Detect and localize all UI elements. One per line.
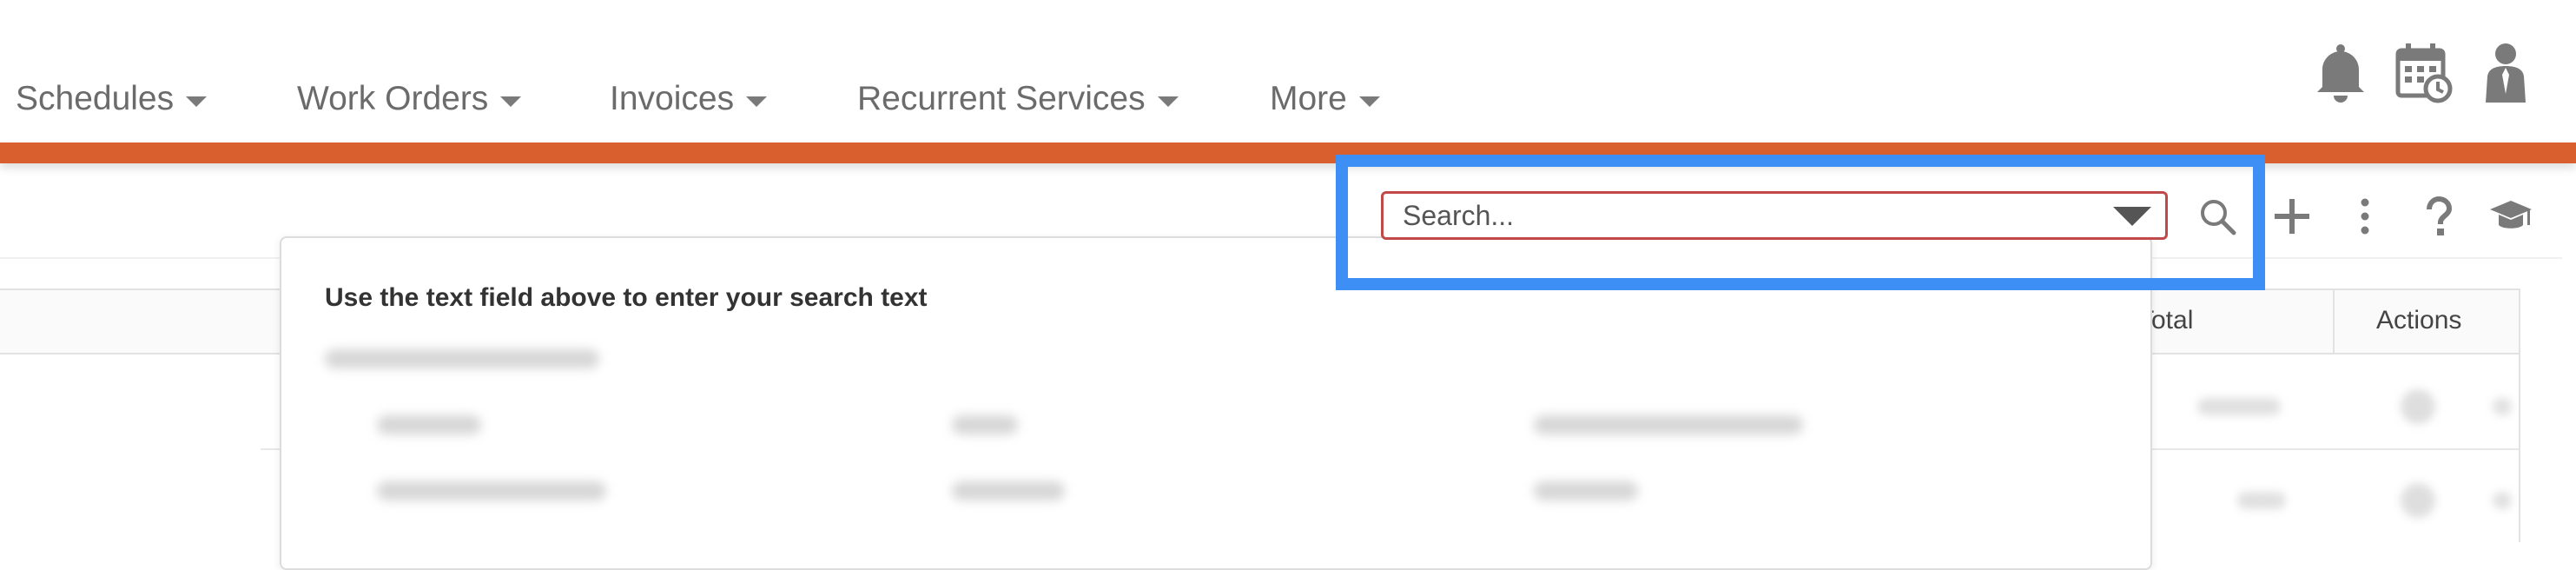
nav-invoices[interactable]: Invoices — [610, 80, 768, 118]
blurred-option — [1534, 415, 1803, 434]
blurred-cell — [2493, 492, 2512, 509]
calendar-clock-icon[interactable] — [2393, 42, 2454, 104]
user-icon[interactable] — [2475, 42, 2536, 104]
search-highlight-frame — [1336, 155, 2265, 290]
nav-more[interactable]: More — [1270, 80, 1380, 118]
chevron-down-icon — [746, 96, 768, 107]
nav-invoices-label: Invoices — [610, 80, 735, 117]
chevron-down-icon — [500, 96, 522, 107]
help-icon[interactable] — [2414, 193, 2461, 240]
nav-schedules-label: Schedules — [16, 80, 175, 117]
blurred-cell — [2197, 398, 2281, 415]
blurred-action-icon — [2401, 483, 2435, 518]
search-hint-text: Use the text field above to enter your s… — [325, 283, 928, 312]
nav-schedules[interactable]: Schedules — [16, 80, 208, 118]
column-divider — [2333, 290, 2335, 353]
blurred-section-title — [325, 349, 599, 368]
blurred-action-icon — [2401, 389, 2435, 424]
blurred-option — [377, 415, 481, 434]
chevron-down-icon — [1358, 96, 1380, 107]
graduation-cap-icon[interactable] — [2487, 193, 2534, 240]
bell-icon[interactable] — [2310, 42, 2371, 104]
blurred-option — [952, 481, 1065, 500]
blurred-option — [952, 415, 1018, 434]
blurred-cell — [2237, 492, 2286, 509]
blurred-option — [377, 481, 606, 500]
column-header-actions[interactable]: Actions — [2376, 306, 2461, 335]
nav-recurrent-services[interactable]: Recurrent Services — [857, 80, 1179, 118]
top-navigation: Schedules Work Orders Invoices Recurrent… — [0, 0, 2576, 142]
nav-recurrent-services-label: Recurrent Services — [857, 80, 1146, 117]
plus-icon[interactable] — [2269, 193, 2315, 240]
blurred-cell — [2493, 398, 2512, 415]
chevron-down-icon — [1157, 96, 1179, 107]
nav-work-orders-label: Work Orders — [297, 80, 489, 117]
blurred-option — [1534, 481, 1638, 500]
chevron-down-icon — [186, 96, 208, 107]
nav-more-label: More — [1270, 80, 1347, 117]
more-vertical-icon[interactable] — [2342, 193, 2388, 240]
nav-work-orders[interactable]: Work Orders — [297, 80, 522, 118]
